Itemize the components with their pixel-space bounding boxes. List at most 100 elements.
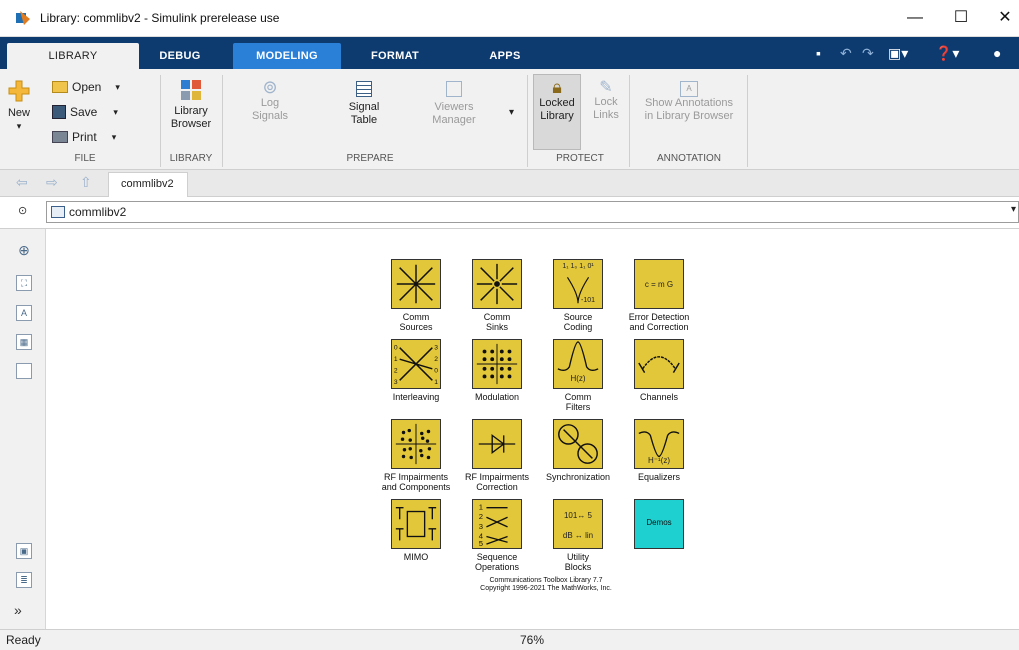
block-demos[interactable]: Demos bbox=[634, 499, 684, 549]
printer-icon bbox=[52, 131, 68, 143]
block-equalizers[interactable]: H⁻¹(z) bbox=[634, 419, 684, 469]
log-signals-line2: Signals bbox=[251, 110, 289, 122]
expand-toolbar-icon[interactable]: » bbox=[14, 602, 22, 618]
title-bar: Library: commlibv2 - Simulink prerelease… bbox=[0, 0, 1019, 37]
hide-explorer-icon[interactable]: ⊙ bbox=[18, 204, 27, 217]
status-bar: Ready 76% bbox=[0, 629, 1019, 650]
library-browser-button[interactable]: Library Browser bbox=[164, 79, 218, 131]
signal-table-line1: Signal bbox=[348, 101, 380, 113]
block-error-detection[interactable]: c = m G bbox=[634, 259, 684, 309]
viewers-manager-button[interactable]: Viewers Manager bbox=[424, 81, 484, 127]
tab-modeling[interactable]: MODELING bbox=[233, 43, 341, 69]
ribbon-toolstrip: New ▾ Open ▾ Save ▾ Print ▾ FILE Library Bro… bbox=[0, 69, 1019, 170]
block-channels[interactable] bbox=[634, 339, 684, 389]
save-button[interactable]: Save ▾ bbox=[52, 105, 118, 119]
block-mimo[interactable] bbox=[391, 499, 441, 549]
redo-icon[interactable]: ↷ bbox=[862, 45, 874, 62]
annotation-tool-icon[interactable]: A bbox=[16, 305, 32, 321]
save-quick-icon[interactable]: ▪ bbox=[816, 45, 821, 61]
open-button[interactable]: Open ▾ bbox=[52, 80, 120, 94]
arrows-out-icon bbox=[396, 264, 436, 304]
tab-library[interactable]: LIBRARY bbox=[7, 43, 139, 69]
new-button[interactable]: New ▾ bbox=[4, 79, 34, 133]
block-interleaving[interactable]: 0 1 2 3 3 2 0 1 bbox=[391, 339, 441, 389]
model-tab[interactable]: commlibv2 bbox=[108, 172, 188, 197]
lock-links-line2: Links bbox=[593, 109, 619, 121]
block-source-coding[interactable]: 1₁ 1₀ 1₁ 0¹ -101 bbox=[553, 259, 603, 309]
log-signals-button[interactable]: ⊚ Log Signals bbox=[242, 78, 298, 123]
block-comm-filters[interactable]: H(z) bbox=[553, 339, 603, 389]
area-tool-icon[interactable] bbox=[16, 363, 32, 379]
image-tool-icon[interactable]: ▦ bbox=[16, 334, 32, 350]
simulink-app-icon bbox=[14, 9, 34, 27]
block-synchronization[interactable] bbox=[553, 419, 603, 469]
window-title: Library: commlibv2 - Simulink prerelease… bbox=[40, 11, 280, 25]
block-comm-sinks[interactable] bbox=[472, 259, 522, 309]
signal-table-line2: Table bbox=[350, 114, 378, 126]
close-button[interactable]: ✕ bbox=[990, 6, 1019, 30]
sequence-icon: 12345 bbox=[479, 503, 508, 548]
log-signals-line1: Log bbox=[260, 97, 280, 109]
zoom-icon[interactable]: ⊕ bbox=[16, 243, 32, 259]
print-button[interactable]: Print ▾ bbox=[52, 130, 116, 144]
block-comm-sources[interactable] bbox=[391, 259, 441, 309]
group-label-prepare: PREPARE bbox=[346, 153, 394, 164]
fit-to-view-icon[interactable]: ⛶ bbox=[16, 275, 32, 291]
svg-text:0: 0 bbox=[394, 345, 398, 352]
svg-text:3: 3 bbox=[394, 379, 398, 386]
arrows-in-icon bbox=[476, 263, 518, 305]
block-label: Utility Blocks bbox=[564, 552, 592, 572]
forward-arrow-icon[interactable]: ⇨ bbox=[46, 174, 58, 191]
lock-links-button[interactable]: ✎ Lock Links bbox=[588, 80, 624, 122]
viewers-manager-line2: Manager bbox=[432, 114, 476, 126]
folder-icon bbox=[52, 81, 68, 93]
svg-text:1: 1 bbox=[434, 379, 438, 386]
settings-dot-icon[interactable]: ● bbox=[993, 45, 1001, 61]
padlock-icon: 🔒︎ bbox=[552, 77, 562, 97]
divider bbox=[747, 75, 748, 167]
group-label-protect: PROTECT bbox=[556, 153, 604, 164]
locked-library-button[interactable]: 🔒︎ Locked Library bbox=[533, 74, 581, 150]
table-icon bbox=[356, 81, 372, 97]
svg-text:2: 2 bbox=[394, 368, 398, 375]
property-inspector-icon[interactable]: ≣ bbox=[16, 572, 32, 588]
quick-access-menu-icon[interactable]: ▣▾ bbox=[888, 45, 908, 62]
svg-text:3: 3 bbox=[434, 345, 438, 352]
filters-transfer-text: H(z) bbox=[570, 374, 586, 383]
svg-text:1: 1 bbox=[394, 356, 398, 363]
tab-apps[interactable]: APPS bbox=[470, 43, 540, 69]
undo-icon[interactable]: ↶ bbox=[840, 45, 852, 62]
address-bar[interactable]: commlibv2 ▾ bbox=[46, 201, 1019, 223]
new-label: New bbox=[7, 107, 30, 119]
utility-top-text: 101↔ 5 bbox=[563, 511, 593, 520]
show-annotations-button[interactable]: A Show Annotations in Library Browser bbox=[634, 81, 744, 123]
block-utility-blocks[interactable]: 101↔ 5 dB ↔ lin bbox=[553, 499, 603, 549]
show-annotations-line1: Show Annotations bbox=[644, 97, 734, 109]
svg-text:1: 1 bbox=[479, 503, 483, 512]
interleave-cross-icon: 0 1 2 3 3 2 0 1 bbox=[394, 345, 438, 387]
block-label: Channels bbox=[639, 392, 679, 402]
tab-format[interactable]: FORMAT bbox=[355, 43, 435, 69]
minimize-button[interactable]: — bbox=[900, 6, 930, 30]
save-label: Save bbox=[70, 105, 98, 119]
prepare-gallery-expand-icon[interactable]: ▾ bbox=[509, 107, 514, 118]
maximize-button[interactable]: ☐ bbox=[946, 6, 976, 30]
help-icon[interactable]: ❓▾ bbox=[935, 45, 959, 62]
address-dropdown-icon[interactable]: ▾ bbox=[1011, 204, 1016, 215]
show-annotations-line2: in Library Browser bbox=[644, 110, 734, 122]
tab-debug[interactable]: DEBUG bbox=[140, 43, 220, 69]
block-modulation[interactable] bbox=[472, 339, 522, 389]
divider bbox=[222, 75, 223, 167]
block-sequence-operations[interactable]: 12345 bbox=[472, 499, 522, 549]
block-rf-impairments-correction[interactable] bbox=[472, 419, 522, 469]
block-rf-impairments[interactable] bbox=[391, 419, 441, 469]
back-arrow-icon[interactable]: ⇦ bbox=[16, 174, 28, 191]
up-arrow-icon[interactable]: ⇧ bbox=[80, 174, 92, 191]
svg-text:0: 0 bbox=[434, 368, 438, 375]
library-browser-icon bbox=[181, 80, 201, 100]
screenshot-icon[interactable]: ▣ bbox=[16, 543, 32, 559]
signal-table-button[interactable]: Signal Table bbox=[337, 81, 391, 127]
new-plus-icon bbox=[8, 80, 30, 102]
copyright-line1: Communications Toolbox Library 7.7 bbox=[489, 577, 603, 584]
navigation-bar: ⇦ ⇨ ⇧ commlibv2 bbox=[0, 170, 1019, 197]
